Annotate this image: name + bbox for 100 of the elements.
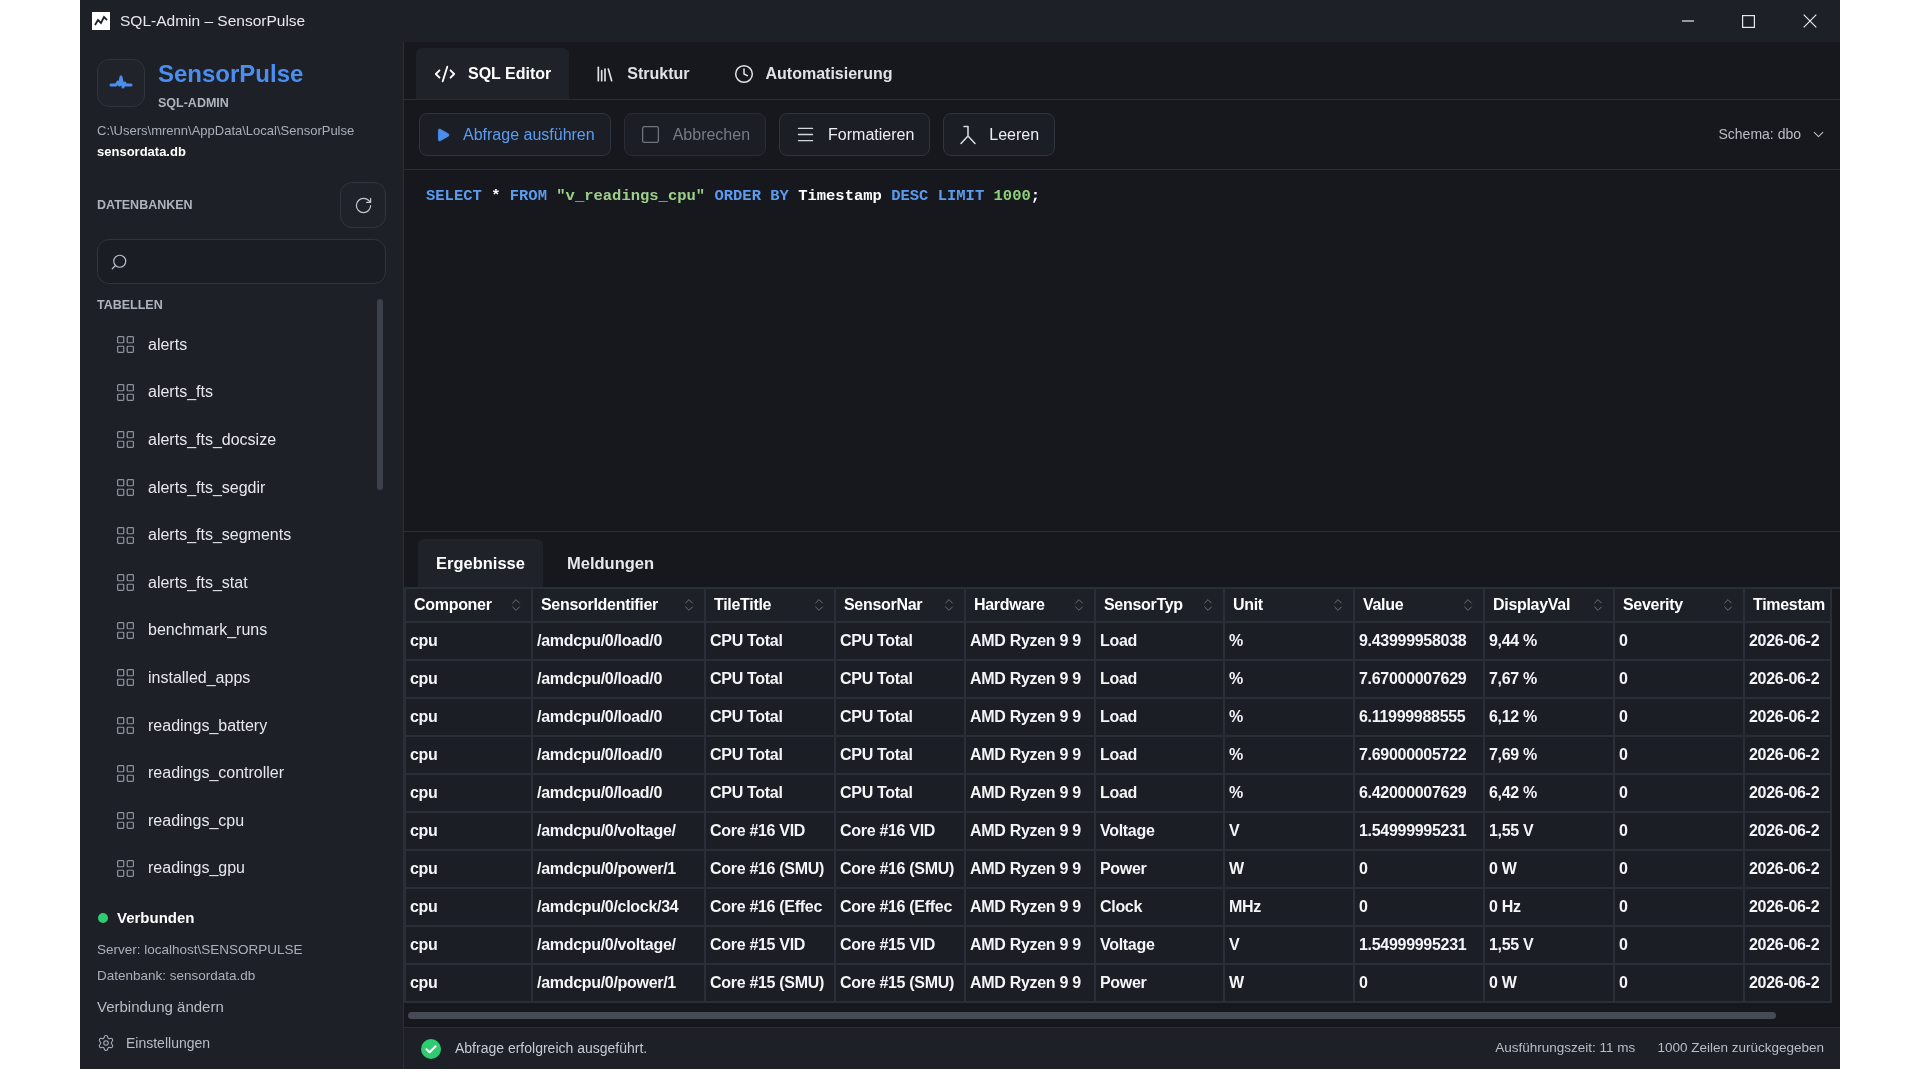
table-cell: AMD Ryzen 9 9 [966, 927, 1096, 965]
table-cell: AMD Ryzen 9 9 [966, 737, 1096, 775]
grid-icon [115, 524, 136, 546]
window-title: SQL-Admin – SensorPulse [120, 11, 306, 32]
table-cell: 2026-06-2 [1745, 623, 1832, 661]
toolbar-button[interactable]: Leeren [943, 113, 1056, 156]
table-list-item[interactable]: alerts [97, 321, 386, 369]
column-header[interactable]: Hardware [966, 589, 1096, 623]
table-list-item[interactable]: readings_cpu [97, 796, 386, 845]
refresh-button[interactable] [340, 182, 386, 228]
column-header[interactable]: SensorIdentifier [533, 589, 706, 623]
column-header[interactable]: SensorTyp [1096, 589, 1225, 623]
table-cell: Core #16 (Effec [706, 889, 836, 927]
column-header[interactable]: Severity [1615, 589, 1745, 623]
table-cell: cpu [406, 813, 533, 851]
grid-icon [115, 762, 136, 784]
table-list-item[interactable]: readings_controller [97, 749, 386, 797]
settings-button[interactable]: Einstellungen [97, 1033, 211, 1054]
table-cell: 2026-06-2 [1745, 775, 1832, 813]
scrollbar-thumb[interactable] [377, 299, 383, 490]
table-cell: cpu [406, 661, 533, 699]
database-file: sensordata.db [97, 143, 187, 161]
grid-icon [115, 477, 136, 499]
table-cell: CPU Total [836, 699, 966, 737]
table-cell: Load [1096, 661, 1225, 699]
editor-tab[interactable]: SQL Editor [416, 48, 570, 99]
table-cell: /amdcpu/0/load/0 [533, 661, 706, 699]
table-cell: % [1225, 661, 1355, 699]
table-cell: cpu [406, 623, 533, 661]
table-cell: 0 [1615, 699, 1745, 737]
results-tab[interactable]: Meldungen [548, 539, 673, 587]
table-list-item[interactable]: alerts_fts_segdir [97, 463, 386, 512]
table-cell: 0 [1615, 813, 1745, 851]
table-list-item[interactable]: benchmark_runs [97, 606, 386, 655]
column-header[interactable]: Timestam [1745, 589, 1832, 623]
column-header[interactable]: Componer [406, 589, 533, 623]
grid-icon [115, 334, 136, 356]
table-cell: /amdcpu/0/load/0 [533, 699, 706, 737]
table-cell: AMD Ryzen 9 9 [966, 813, 1096, 851]
table-list-item[interactable]: alerts_fts_stat [97, 558, 386, 607]
sql-code-line: SELECT * FROM "v_readings_cpu" ORDER BY Timestamp DESC LIMIT 1000; [426, 187, 1041, 205]
connection-status: Verbunden [117, 907, 195, 928]
table-cell: 0 [1615, 661, 1745, 699]
table-cell: 0 Hz [1485, 889, 1615, 927]
table-cell: Load [1096, 775, 1225, 813]
table-cell: 6,42 % [1485, 775, 1615, 813]
table-cell: Load [1096, 699, 1225, 737]
table-cell: 2026-06-2 [1745, 661, 1832, 699]
editor-tab[interactable]: Struktur [577, 48, 708, 99]
toolbar-button[interactable]: Formatieren [779, 113, 931, 156]
table-list-item[interactable]: installed_apps [97, 654, 386, 702]
broom-icon [959, 124, 978, 145]
table-cell: 2026-06-2 [1745, 699, 1832, 737]
table-cell: 0 W [1485, 851, 1615, 889]
settings-icon [97, 1034, 115, 1053]
app-name: SensorPulse [158, 59, 304, 89]
table-cell: CPU Total [706, 623, 836, 661]
table-cell: W [1225, 851, 1355, 889]
table-cell: 1,55 V [1485, 927, 1615, 965]
column-header[interactable]: TileTitle [706, 589, 836, 623]
table-cell: CPU Total [836, 661, 966, 699]
table-cell: Core #15 (SMU) [836, 965, 966, 1003]
table-cell: AMD Ryzen 9 9 [966, 965, 1096, 1003]
table-list-item[interactable]: alerts_fts_segments [97, 511, 386, 559]
column-header[interactable]: DisplayVal [1485, 589, 1615, 623]
change-connection-link[interactable]: Verbindung ändern [97, 997, 224, 1018]
square-icon [639, 124, 661, 145]
table-cell: cpu [406, 851, 533, 889]
table-cell: /amdcpu/0/clock/34 [533, 889, 706, 927]
editor-tab[interactable]: Automatisierung [715, 48, 911, 99]
search-field[interactable] [97, 239, 386, 284]
table-list-item[interactable]: alerts_fts_docsize [97, 416, 386, 464]
toolbar-button[interactable]: Abfrage ausführen [419, 113, 611, 156]
close-icon [1802, 14, 1817, 28]
table-cell: MHz [1225, 889, 1355, 927]
table-cell: 0 [1355, 851, 1485, 889]
table-cell: Power [1096, 851, 1225, 889]
table-cell: Core #15 (SMU) [706, 965, 836, 1003]
table-cell: % [1225, 737, 1355, 775]
horizontal-scrollbar[interactable] [408, 1011, 1776, 1019]
column-header[interactable]: SensorNar [836, 589, 966, 623]
table-cell: 7,67 % [1485, 661, 1615, 699]
table-cell: 0 [1615, 851, 1745, 889]
table-list-item[interactable]: readings_gpu [97, 844, 386, 893]
table-cell: Power [1096, 965, 1225, 1003]
column-header[interactable]: Value [1355, 589, 1485, 623]
column-header[interactable]: Unit [1225, 589, 1355, 623]
table-cell: AMD Ryzen 9 9 [966, 775, 1096, 813]
table-cell: AMD Ryzen 9 9 [966, 661, 1096, 699]
table-list-item[interactable]: readings_battery [97, 701, 386, 750]
table-cell: /amdcpu/0/load/0 [533, 737, 706, 775]
table-cell: AMD Ryzen 9 9 [966, 699, 1096, 737]
table-cell: CPU Total [706, 737, 836, 775]
results-tab[interactable]: Ergebnisse [418, 539, 543, 587]
table-cell: cpu [406, 889, 533, 927]
table-cell: CPU Total [706, 775, 836, 813]
table-list-item[interactable]: alerts_fts [97, 368, 386, 417]
schema-dropdown[interactable]: Schema: dbo [1718, 124, 1827, 145]
table-cell: /amdcpu/0/voltage/ [533, 927, 706, 965]
pulse-logo-icon [97, 59, 145, 107]
